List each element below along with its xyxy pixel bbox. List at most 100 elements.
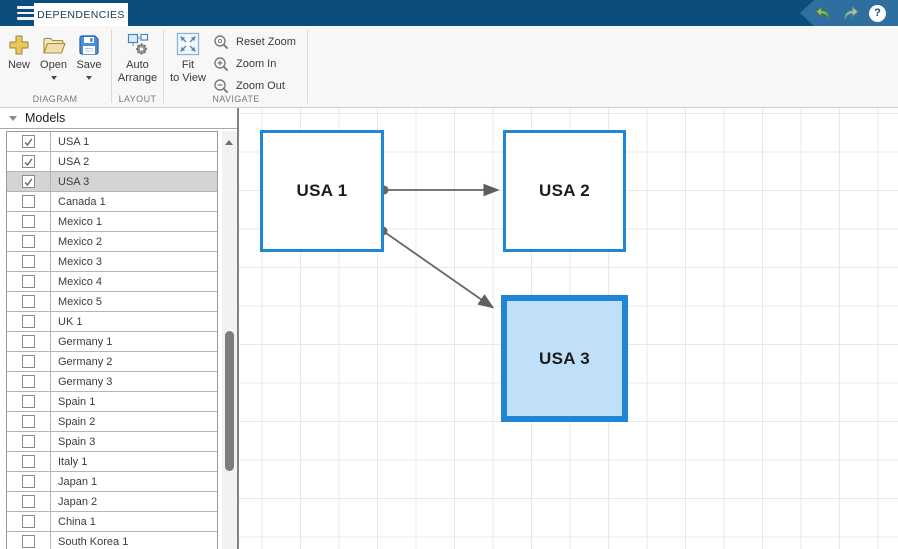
- scrollbar-thumb[interactable]: [225, 331, 234, 471]
- checkbox-cell: [7, 352, 51, 371]
- save-label: Save: [76, 59, 101, 72]
- checkbox-unchecked[interactable]: [22, 435, 35, 448]
- models-scrollbar[interactable]: [222, 131, 237, 549]
- checkbox-unchecked[interactable]: [22, 415, 35, 428]
- model-label: Mexico 4: [51, 272, 217, 291]
- redo-icon[interactable]: [842, 6, 859, 21]
- model-row[interactable]: Mexico 5: [7, 292, 217, 312]
- checkbox-unchecked[interactable]: [22, 515, 35, 528]
- tab-dependencies[interactable]: DEPENDENCIES: [34, 3, 128, 26]
- model-label: UK 1: [51, 312, 217, 331]
- checkbox-cell: [7, 192, 51, 211]
- help-label: ?: [874, 7, 881, 19]
- collapse-chevron-icon[interactable]: [9, 116, 17, 121]
- checkbox-cell: [7, 272, 51, 291]
- model-row[interactable]: USA 1: [7, 132, 217, 152]
- checkbox-unchecked[interactable]: [22, 235, 35, 248]
- model-row[interactable]: Spain 3: [7, 432, 217, 452]
- model-row[interactable]: Mexico 1: [7, 212, 217, 232]
- open-dropdown-caret-icon[interactable]: [51, 76, 57, 80]
- model-label: Italy 1: [51, 452, 217, 471]
- model-row[interactable]: Germany 1: [7, 332, 217, 352]
- model-row[interactable]: Japan 2: [7, 492, 217, 512]
- quick-access-band: ?: [800, 0, 898, 26]
- model-label: USA 2: [51, 152, 217, 171]
- reset-zoom-button[interactable]: Reset Zoom: [211, 31, 307, 53]
- model-row[interactable]: UK 1: [7, 312, 217, 332]
- model-row[interactable]: USA 2: [7, 152, 217, 172]
- model-label: Spain 3: [51, 432, 217, 451]
- tab-label: DEPENDENCIES: [37, 9, 125, 21]
- checkbox-cell: [7, 452, 51, 471]
- model-row[interactable]: Canada 1: [7, 192, 217, 212]
- checkbox-cell: [7, 292, 51, 311]
- model-row[interactable]: South Korea 1: [7, 532, 217, 549]
- checkbox-unchecked[interactable]: [22, 255, 35, 268]
- model-label: Mexico 2: [51, 232, 217, 251]
- section-diagram: DIAGRAM: [0, 94, 110, 104]
- checkbox-cell: [7, 332, 51, 351]
- checkbox-unchecked[interactable]: [22, 475, 35, 488]
- models-panel-header: Models: [0, 108, 237, 129]
- save-dropdown-caret-icon[interactable]: [86, 76, 92, 80]
- checkbox-cell: [7, 232, 51, 251]
- undo-arrow-glyph: [815, 6, 832, 21]
- diagram-canvas[interactable]: USA 1 USA 2 USA 3: [239, 108, 898, 549]
- redo-arrow-glyph: [842, 6, 859, 21]
- model-row[interactable]: USA 3: [7, 172, 217, 192]
- checkbox-cell: [7, 492, 51, 511]
- model-label: Germany 3: [51, 372, 217, 391]
- checkbox-cell: [7, 512, 51, 531]
- model-row[interactable]: Spain 1: [7, 392, 217, 412]
- checkbox-cell: [7, 372, 51, 391]
- checkbox-unchecked[interactable]: [22, 495, 35, 508]
- checkbox-unchecked[interactable]: [22, 195, 35, 208]
- scroll-up-arrow-icon[interactable]: [225, 140, 233, 145]
- checkbox-cell: [7, 472, 51, 491]
- checkbox-checked[interactable]: [22, 175, 35, 188]
- diagram-node[interactable]: USA 3: [501, 295, 628, 422]
- checkbox-unchecked[interactable]: [22, 315, 35, 328]
- app-window: DEPENDENCIES ?: [0, 0, 898, 549]
- model-row[interactable]: Mexico 2: [7, 232, 217, 252]
- diagram-node[interactable]: USA 2: [503, 130, 626, 252]
- help-icon[interactable]: ?: [869, 5, 886, 22]
- group-separator: [163, 30, 164, 103]
- model-label: Spain 1: [51, 392, 217, 411]
- model-label: Canada 1: [51, 192, 217, 211]
- checkbox-cell: [7, 432, 51, 451]
- model-row[interactable]: Germany 3: [7, 372, 217, 392]
- toolbar-ribbon: New Open: [0, 26, 898, 108]
- model-row[interactable]: China 1: [7, 512, 217, 532]
- model-label: USA 3: [51, 172, 217, 191]
- checkbox-unchecked[interactable]: [22, 395, 35, 408]
- model-row[interactable]: Mexico 3: [7, 252, 217, 272]
- checkbox-unchecked[interactable]: [22, 375, 35, 388]
- undo-icon[interactable]: [815, 6, 832, 21]
- model-row[interactable]: Germany 2: [7, 352, 217, 372]
- checkbox-unchecked[interactable]: [22, 215, 35, 228]
- checkbox-unchecked[interactable]: [22, 335, 35, 348]
- model-row[interactable]: Italy 1: [7, 452, 217, 472]
- model-label: USA 1: [51, 132, 217, 151]
- section-navigate: NAVIGATE: [165, 94, 307, 104]
- dependency-edge[interactable]: [383, 231, 492, 307]
- model-row[interactable]: Mexico 4: [7, 272, 217, 292]
- model-row[interactable]: Japan 1: [7, 472, 217, 492]
- zoom-in-button[interactable]: Zoom In: [211, 53, 307, 75]
- checkbox-unchecked[interactable]: [22, 535, 35, 548]
- diagram-node[interactable]: USA 1: [260, 130, 384, 252]
- checkbox-unchecked[interactable]: [22, 295, 35, 308]
- open-folder-icon: [42, 29, 66, 56]
- checkbox-unchecked[interactable]: [22, 455, 35, 468]
- auto-arrange-label-1: Auto: [126, 59, 149, 72]
- checkbox-checked[interactable]: [22, 135, 35, 148]
- checkbox-checked[interactable]: [22, 155, 35, 168]
- fit-to-view-label-1: Fit: [182, 59, 194, 72]
- auto-arrange-icon: [126, 29, 150, 56]
- checkbox-unchecked[interactable]: [22, 275, 35, 288]
- model-label: Germany 1: [51, 332, 217, 351]
- model-row[interactable]: Spain 2: [7, 412, 217, 432]
- checkbox-unchecked[interactable]: [22, 355, 35, 368]
- zoom-in-label: Zoom In: [236, 58, 276, 70]
